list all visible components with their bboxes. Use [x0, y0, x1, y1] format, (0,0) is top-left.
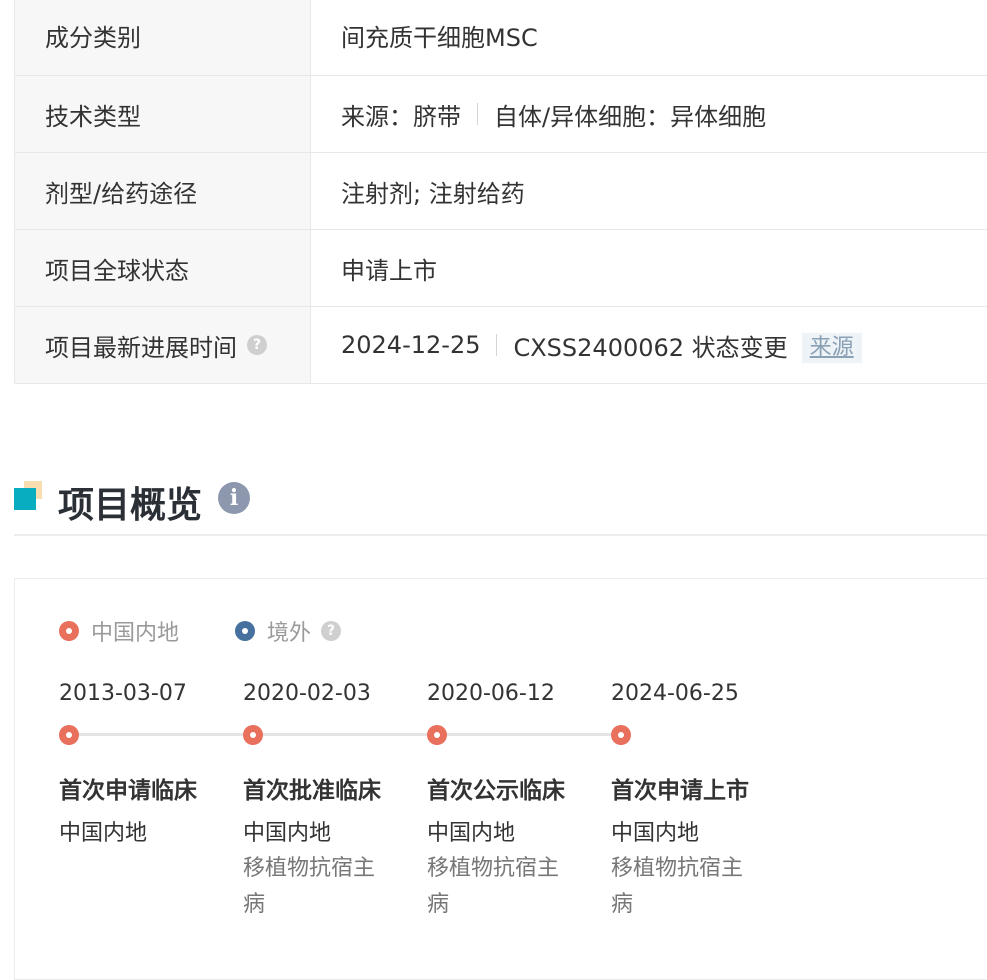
event-region: 中国内地 [59, 821, 148, 846]
help-icon[interactable]: ? [321, 621, 342, 641]
timeline-panel: 中国内地 境外 ? 2013-03-07 首次申请临床 中国内地 2020-02… [14, 578, 987, 980]
domestic-dot-icon [59, 621, 79, 641]
event-dot-icon [611, 725, 631, 745]
separator [477, 103, 478, 125]
technology-source: 来源：脐带 [341, 102, 461, 131]
event-title: 首次申请临床 [59, 778, 197, 804]
event-date: 2020-02-03 [243, 681, 371, 706]
info-value: 注射剂; 注射给药 [341, 179, 525, 208]
section-title: 项目概览 [58, 485, 203, 526]
timeline-event: 2013-03-07 首次申请临床 中国内地 [59, 681, 229, 846]
info-label: 成分类别 [15, 0, 311, 75]
timeline-legend: 中国内地 境外 ? [59, 615, 342, 647]
event-date: 2024-06-25 [611, 681, 739, 706]
progress-detail: CXSS2400062 状态变更 [513, 333, 788, 362]
event-date: 2013-03-07 [59, 681, 187, 706]
event-dot-icon [427, 725, 447, 745]
section-marker-icon [14, 488, 36, 510]
event-region: 中国内地 [611, 821, 700, 846]
info-row-component: 成分类别 间充质干细胞MSC [14, 0, 987, 76]
timeline-event: 2020-02-03 首次批准临床 中国内地 移植物抗宿主病 [243, 681, 413, 917]
timeline-event: 2020-06-12 首次公示临床 中国内地 移植物抗宿主病 [427, 681, 597, 917]
project-info-table: 成分类别 间充质干细胞MSC 技术类型 来源：脐带 自体/异体细胞：异体细胞 剂… [14, 0, 987, 384]
info-value: 2024-12-25 CXSS2400062 状态变更 来源 [311, 307, 862, 383]
event-title: 首次批准临床 [243, 778, 381, 804]
event-indication: 移植物抗宿主病 [243, 856, 376, 917]
info-label: 项目全球状态 [15, 230, 311, 306]
event-indication: 移植物抗宿主病 [611, 856, 744, 917]
info-value: 申请上市 [341, 256, 437, 285]
info-label: 剂型/给药途径 [15, 153, 311, 229]
timeline-track [69, 733, 623, 736]
separator [496, 334, 498, 356]
event-title: 首次公示临床 [427, 778, 565, 804]
timeline-event: 2024-06-25 首次申请上市 中国内地 移植物抗宿主病 [611, 681, 781, 917]
event-indication: 移植物抗宿主病 [427, 856, 560, 917]
source-link[interactable]: 来源 [801, 333, 862, 363]
overseas-dot-icon [235, 621, 256, 641]
info-label: 项目最新进展时间 ? [15, 307, 311, 383]
info-value: 间充质干细胞MSC [341, 23, 538, 52]
info-row-latest-progress: 项目最新进展时间 ? 2024-12-25 CXSS2400062 状态变更 来… [14, 307, 987, 384]
legend-domestic: 中国内地 [91, 621, 180, 646]
event-date: 2020-06-12 [427, 681, 555, 706]
event-dot-icon [59, 725, 79, 745]
event-title: 首次申请上市 [611, 778, 749, 804]
help-icon[interactable]: ? [247, 335, 267, 355]
info-label-text: 项目最新进展时间 [45, 333, 237, 362]
legend-overseas: 境外 [267, 621, 312, 646]
event-region: 中国内地 [427, 821, 516, 846]
info-icon[interactable]: i [218, 482, 250, 514]
technology-cell-type: 自体/异体细胞：异体细胞 [494, 102, 767, 131]
event-dot-icon [243, 725, 263, 745]
progress-date: 2024-12-25 [341, 331, 481, 359]
info-row-dosage: 剂型/给药途径 注射剂; 注射给药 [14, 153, 987, 230]
info-row-global-status: 项目全球状态 申请上市 [14, 230, 987, 307]
info-value: 来源：脐带 自体/异体细胞：异体细胞 [311, 76, 766, 152]
event-region: 中国内地 [243, 821, 332, 846]
info-row-technology: 技术类型 来源：脐带 自体/异体细胞：异体细胞 [14, 76, 987, 153]
section-header: 项目概览 i [14, 478, 987, 536]
info-label: 技术类型 [15, 76, 311, 152]
